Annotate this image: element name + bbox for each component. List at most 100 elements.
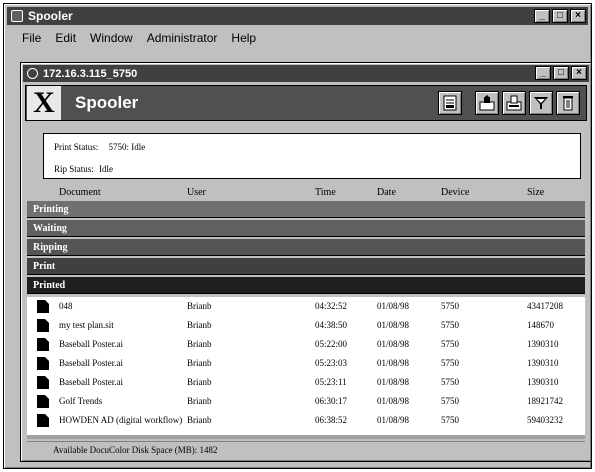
table-row[interactable]: Baseball Poster.ai Brianb 05:23:11 01/08/98… — [27, 373, 585, 392]
cell-time: 05:22:00 — [315, 339, 348, 349]
status-bar: Available DocuColor Disk Space (MB): 148… — [27, 441, 585, 457]
status-panel: Print Status: 5750: Idle Rip Status: Idl… — [43, 133, 581, 179]
filter-button[interactable] — [529, 91, 553, 115]
menu-edit[interactable]: Edit — [48, 31, 83, 45]
cell-date: 01/08/98 — [377, 301, 410, 311]
document-icon — [37, 319, 49, 332]
rip-status-value: Idle — [99, 164, 114, 174]
cell-date: 01/08/98 — [377, 396, 410, 406]
queue-print-icon — [506, 95, 522, 111]
spooler-child-window: 172.16.3.115_5750 _ □ × X Spooler Print … — [20, 62, 592, 462]
queue-print-button[interactable] — [502, 91, 526, 115]
disk-space-text: Available DocuColor Disk Space (MB): 148… — [53, 444, 218, 455]
cell-device: 5750 — [441, 320, 459, 330]
menu-help[interactable]: Help — [224, 31, 263, 45]
horizontal-scrollbar[interactable] — [27, 435, 585, 439]
cell-device: 5750 — [441, 339, 459, 349]
group-printed-label: Printed — [33, 279, 66, 291]
cell-size: 1390310 — [527, 377, 559, 387]
printer-settings-button[interactable] — [438, 91, 462, 115]
table-row[interactable]: 048 Brianb 04:32:52 01/08/98 5750 43417208 — [27, 297, 585, 316]
child-window-controls: _ □ × — [535, 66, 587, 80]
app-icon — [11, 10, 23, 22]
document-icon — [37, 395, 49, 408]
child-title-bar[interactable]: 172.16.3.115_5750 _ □ × — [23, 65, 589, 82]
col-time[interactable]: Time — [315, 187, 336, 198]
cell-date: 01/08/98 — [377, 415, 410, 425]
group-ripping-label: Ripping — [33, 241, 68, 253]
print-status-value: 5750: Idle — [108, 142, 146, 152]
cell-device: 5750 — [441, 396, 459, 406]
menu-window[interactable]: Window — [83, 31, 140, 45]
group-waiting[interactable]: Waiting — [27, 220, 585, 237]
cell-size: 148670 — [527, 320, 554, 330]
cell-device: 5750 — [441, 301, 459, 311]
menu-bar: File Edit Window Administrator Help — [7, 28, 588, 48]
group-waiting-label: Waiting — [33, 222, 67, 234]
cell-size: 1390310 — [527, 339, 559, 349]
cell-user: Brianb — [187, 415, 212, 425]
col-document[interactable]: Document — [59, 187, 101, 198]
document-icon — [37, 357, 49, 370]
col-user[interactable]: User — [187, 187, 206, 198]
table-row[interactable]: my test plan.sit Brianb 04:38:50 01/08/98 57… — [27, 316, 585, 335]
maximize-button[interactable]: □ — [552, 9, 568, 23]
cell-document: Baseball Poster.ai — [59, 339, 123, 349]
cell-time: 06:38:52 — [315, 415, 348, 425]
cell-document: Baseball Poster.ai — [59, 358, 123, 368]
funnel-icon — [534, 97, 548, 109]
table-row[interactable]: Golf Trends Brianb 06:30:17 01/08/98 5750 189… — [27, 392, 585, 411]
delete-button[interactable] — [556, 91, 580, 115]
cell-document: my test plan.sit — [59, 320, 114, 330]
group-printed[interactable]: Printed — [27, 277, 585, 294]
spooler-banner: X Spooler — [25, 85, 587, 121]
cell-document: HOWDEN AD (digital workflow) — [59, 415, 183, 425]
child-close-button[interactable]: × — [571, 66, 587, 80]
cell-device: 5750 — [441, 377, 459, 387]
cell-user: Brianb — [187, 358, 212, 368]
cell-user: Brianb — [187, 301, 212, 311]
group-print[interactable]: Print — [27, 258, 585, 275]
table-row[interactable]: HOWDEN AD (digital workflow) Brianb 06:38:… — [27, 411, 585, 430]
queue-up-button[interactable] — [475, 91, 499, 115]
printer-settings-icon — [443, 95, 457, 111]
cell-date: 01/08/98 — [377, 358, 410, 368]
cell-document: 048 — [59, 301, 73, 311]
trash-icon — [563, 96, 573, 111]
cell-time: 06:30:17 — [315, 396, 348, 406]
cell-time: 04:38:50 — [315, 320, 348, 330]
toolbar — [438, 91, 580, 115]
cell-date: 01/08/98 — [377, 320, 410, 330]
table-row[interactable]: Baseball Poster.ai Brianb 05:23:03 01/08/98… — [27, 354, 585, 373]
title-bar[interactable]: Spooler _ □ × — [7, 7, 588, 25]
close-button[interactable]: × — [570, 9, 586, 23]
child-window-title: 172.16.3.115_5750 — [43, 67, 138, 80]
menu-file[interactable]: File — [15, 31, 48, 45]
cell-size: 59403232 — [527, 415, 563, 425]
group-printing[interactable]: Printing — [27, 201, 585, 218]
col-size[interactable]: Size — [527, 187, 544, 198]
child-window-icon — [27, 68, 38, 79]
cell-user: Brianb — [187, 396, 212, 406]
document-icon — [37, 414, 49, 427]
cell-document: Baseball Poster.ai — [59, 377, 123, 387]
cell-document: Golf Trends — [59, 396, 103, 406]
window-controls: _ □ × — [534, 9, 586, 23]
minimize-button[interactable]: _ — [534, 9, 550, 23]
col-date[interactable]: Date — [377, 187, 396, 198]
col-device[interactable]: Device — [441, 187, 469, 198]
cell-time: 05:23:03 — [315, 358, 348, 368]
cell-size: 43417208 — [527, 301, 563, 311]
printed-jobs-table: 048 Brianb 04:32:52 01/08/98 5750 43417208 my … — [27, 297, 585, 435]
banner-title: Spooler — [75, 93, 139, 112]
column-headers: Document User Time Date Device Size — [27, 185, 585, 201]
cell-size: 18921742 — [527, 396, 563, 406]
cell-size: 1390310 — [527, 358, 559, 368]
menu-administrator[interactable]: Administrator — [140, 31, 225, 45]
child-maximize-button[interactable]: □ — [553, 66, 569, 80]
table-row[interactable]: Baseball Poster.ai Brianb 05:22:00 01/08/98… — [27, 335, 585, 354]
child-minimize-button[interactable]: _ — [535, 66, 551, 80]
cell-device: 5750 — [441, 415, 459, 425]
cell-user: Brianb — [187, 377, 212, 387]
group-ripping[interactable]: Ripping — [27, 239, 585, 256]
